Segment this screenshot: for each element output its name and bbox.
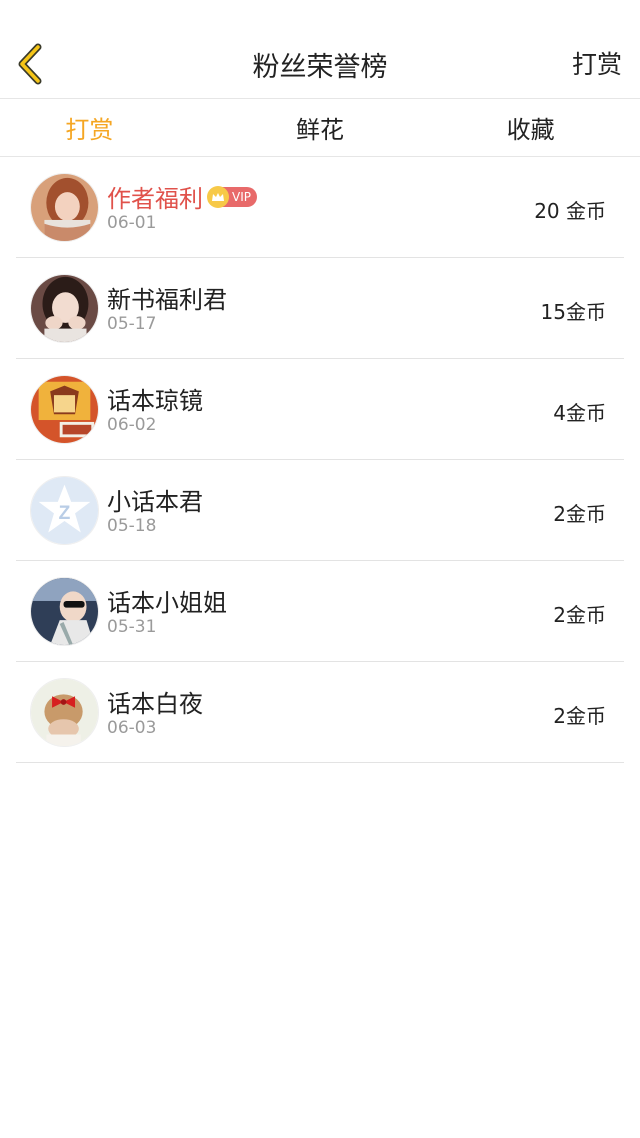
avatar	[30, 375, 99, 444]
tab-bar: 打赏 鲜花 收藏	[0, 99, 640, 157]
fan-amount: 2金币	[553, 704, 606, 728]
crown-icon	[207, 185, 229, 208]
fan-amount: 4金币	[553, 401, 606, 425]
fan-name: 话本白夜	[107, 690, 203, 718]
svg-text:Z: Z	[59, 503, 71, 524]
list-item[interactable]: 新书福利君 05-17 15金币	[16, 258, 624, 359]
avatar: Z	[30, 476, 99, 545]
list-item[interactable]: 作者福利 VIP 06-01 20 金币	[16, 157, 624, 258]
fan-name: 小话本君	[107, 488, 203, 516]
fan-amount: 20 金币	[534, 199, 606, 223]
tab-favorites[interactable]: 收藏	[409, 99, 640, 156]
list-item[interactable]: 话本白夜 06-03 2金币	[16, 662, 624, 763]
fan-date: 06-03	[107, 718, 157, 738]
fan-name: 作者福利 VIP	[107, 179, 257, 214]
fan-date: 05-31	[107, 617, 157, 637]
fan-date: 06-02	[107, 415, 157, 435]
fan-name: 话本小姐姐	[107, 589, 227, 617]
fan-amount: 2金币	[553, 502, 606, 526]
fan-amount: 15金币	[540, 300, 606, 324]
avatar	[30, 678, 99, 747]
list-item[interactable]: 话本琼镜 06-02 4金币	[16, 359, 624, 460]
tab-reward[interactable]: 打赏	[0, 99, 199, 156]
tab-flowers[interactable]: 鲜花	[199, 99, 430, 156]
fan-name: 新书福利君	[107, 286, 227, 314]
fan-date: 06-01	[107, 213, 157, 233]
fan-list: 作者福利 VIP 06-01 20 金币 新书福利君 05-17 15金币 话本…	[0, 157, 640, 763]
avatar	[30, 577, 99, 646]
reward-button[interactable]: 打赏	[572, 45, 622, 81]
fan-date: 05-18	[107, 516, 157, 536]
list-item[interactable]: Z 小话本君 05-18 2金币	[16, 460, 624, 561]
nav-header: 粉丝荣誉榜 打赏	[0, 0, 640, 99]
fan-date: 05-17	[107, 314, 157, 334]
fan-name: 话本琼镜	[107, 387, 203, 415]
avatar	[30, 274, 99, 343]
vip-badge: VIP	[207, 185, 257, 208]
page-title: 粉丝荣誉榜	[252, 52, 388, 83]
list-item[interactable]: 话本小姐姐 05-31 2金币	[16, 561, 624, 662]
fan-amount: 2金币	[553, 603, 606, 627]
avatar	[30, 173, 99, 242]
